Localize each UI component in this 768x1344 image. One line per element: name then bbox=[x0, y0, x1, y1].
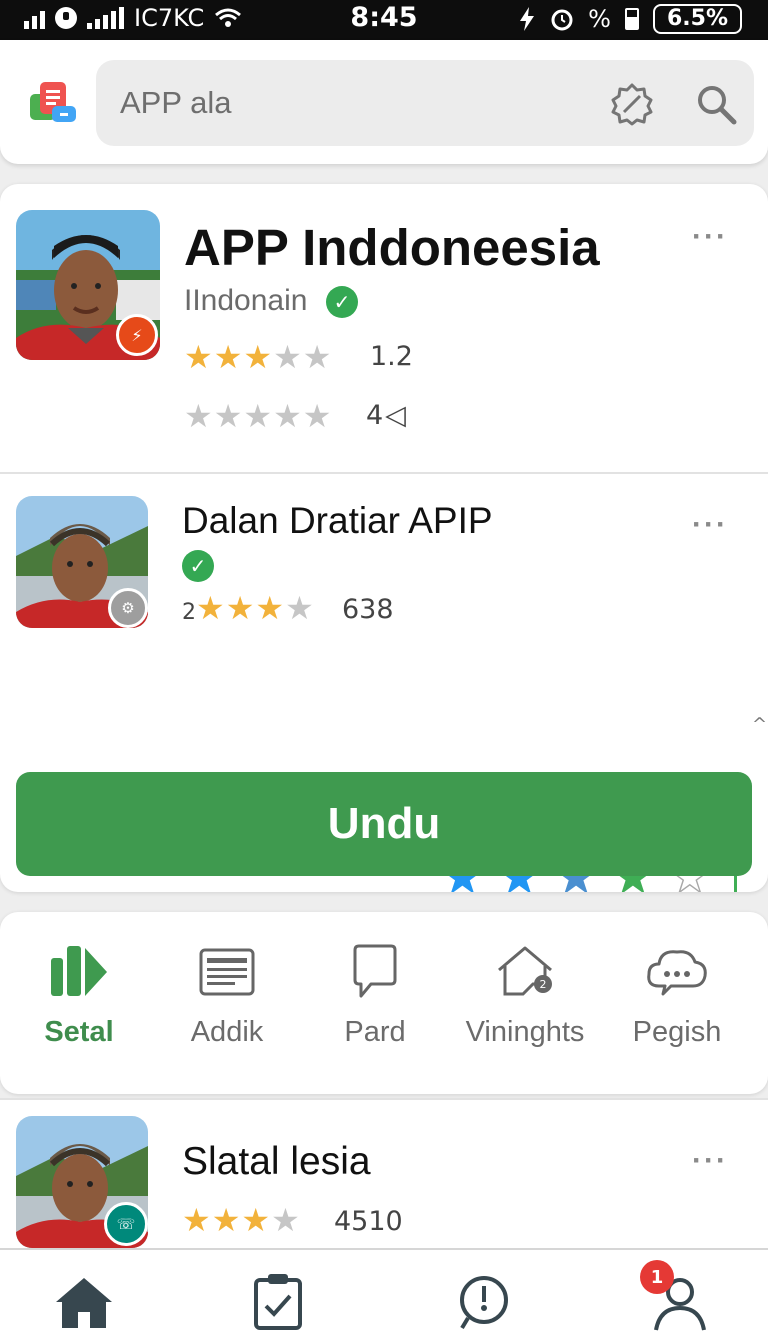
back-arrow-icon: ◁ bbox=[385, 400, 406, 431]
star-icon: ★ bbox=[302, 338, 332, 376]
notification-badge: 1 bbox=[640, 1260, 674, 1294]
more-options-icon[interactable]: ··· bbox=[692, 508, 728, 542]
app-icon: ☏ bbox=[16, 1116, 148, 1248]
star-icon: ★ bbox=[225, 589, 255, 627]
percent-label: % bbox=[588, 5, 611, 33]
verified-icon: ✓ bbox=[326, 286, 358, 318]
category-tab-pegish[interactable]: Pegish bbox=[602, 942, 752, 1049]
alarm-icon bbox=[551, 9, 573, 31]
category-label: Addik bbox=[190, 1016, 264, 1048]
rating-stars: ★ ★ ★ ★ ★ bbox=[184, 341, 331, 373]
settings-badge-icon[interactable] bbox=[610, 82, 654, 126]
secondary-rating-stars: ★ ★ ★ ★ ★ bbox=[184, 400, 331, 432]
app-list-item[interactable]: ☏ Slatal lesia ··· ★ ★ ★ ★ 4510 bbox=[0, 1098, 768, 1248]
star-icon: ★ bbox=[255, 589, 285, 627]
app-title: APP Inddoneesia bbox=[184, 219, 600, 276]
newspaper-icon bbox=[199, 948, 255, 996]
star-icon: ★ bbox=[213, 397, 243, 435]
battery-level: 6.5% bbox=[652, 4, 742, 34]
more-options-icon[interactable]: ··· bbox=[692, 220, 728, 254]
star-icon: ★ bbox=[184, 338, 213, 376]
developer-name: IIndonain bbox=[184, 284, 308, 317]
clock-search-icon[interactable] bbox=[452, 1272, 516, 1332]
rating-count: 638 bbox=[342, 594, 394, 625]
star-icon: ★ bbox=[302, 397, 332, 435]
category-label: Pegish bbox=[632, 1016, 722, 1048]
install-button[interactable]: Undu bbox=[16, 772, 752, 876]
category-label: Setal bbox=[44, 1016, 114, 1048]
star-icon: ★ bbox=[213, 338, 243, 376]
rating-count: 1.2 bbox=[370, 341, 413, 372]
app-icon: ⚙ bbox=[16, 496, 148, 628]
star-icon: ★ bbox=[184, 397, 213, 435]
app-badge-icon: ☏ bbox=[104, 1202, 148, 1246]
rating-count: 4510 bbox=[334, 1206, 403, 1237]
verified-icon: ✓ bbox=[182, 550, 214, 582]
app-list-item[interactable]: ⚡ APP Inddoneesia ··· IIndonain ✓ ★ ★ ★ … bbox=[0, 184, 768, 474]
secondary-count-value: 4 bbox=[366, 400, 384, 431]
star-icon: ★ bbox=[273, 338, 302, 376]
star-icon: ★ bbox=[182, 1201, 211, 1239]
status-bar: IC7KC 8:45 % 6.5% bbox=[0, 0, 768, 40]
battery-icon bbox=[624, 8, 639, 30]
more-options-icon[interactable]: ··· bbox=[692, 1144, 728, 1178]
category-tab-setal[interactable]: Setal bbox=[4, 942, 154, 1049]
category-label: Vininghts bbox=[465, 1016, 585, 1048]
home-badge-icon: 2 bbox=[498, 946, 552, 996]
home-icon[interactable] bbox=[52, 1272, 116, 1332]
category-tab-pard[interactable]: Pard bbox=[300, 942, 450, 1049]
star-icon: ★ bbox=[271, 1201, 300, 1239]
category-label: Pard bbox=[344, 1016, 406, 1048]
bottom-navigation: 1 bbox=[0, 1248, 768, 1344]
star-icon: ★ bbox=[285, 589, 314, 627]
secondary-count: 4◁ bbox=[366, 400, 406, 431]
star-icon: ★ bbox=[243, 338, 273, 376]
app-icon: ⚡ bbox=[16, 210, 160, 360]
app-title: Slatal lesia bbox=[182, 1140, 371, 1183]
checklist-icon[interactable] bbox=[246, 1272, 310, 1332]
star-icon: ★ bbox=[243, 397, 273, 435]
search-header bbox=[0, 40, 768, 164]
chevron-up-icon[interactable]: ^ bbox=[752, 714, 767, 735]
svg-text:2: 2 bbox=[540, 978, 547, 991]
star-icon: ★ bbox=[211, 1201, 241, 1239]
store-logo-icon bbox=[30, 82, 76, 122]
app-title: Dalan Dratiar APIP bbox=[182, 500, 493, 541]
apps-grid-icon bbox=[51, 946, 107, 996]
speech-cloud-icon bbox=[647, 950, 707, 996]
star-icon: ★ bbox=[241, 1201, 271, 1239]
category-tab-addik[interactable]: Addik bbox=[152, 942, 302, 1049]
star-icon: ★ bbox=[273, 397, 302, 435]
app-badge-icon: ⚙ bbox=[108, 588, 148, 628]
chat-bubble-icon bbox=[353, 944, 397, 998]
star-icon: ★ bbox=[196, 589, 225, 627]
rating-stars: ★ ★ ★ ★ bbox=[182, 1204, 300, 1236]
search-input[interactable] bbox=[120, 60, 590, 146]
search-bar bbox=[96, 60, 754, 146]
category-tab-vininghts[interactable]: 2 Vininghts bbox=[450, 942, 600, 1049]
featured-apps-card: ⚡ APP Inddoneesia ··· IIndonain ✓ ★ ★ ★ … bbox=[0, 184, 768, 892]
rating-prefix: 2 bbox=[182, 600, 196, 625]
charging-bolt-icon bbox=[520, 7, 535, 31]
search-icon[interactable] bbox=[694, 82, 738, 126]
app-badge-icon: ⚡ bbox=[116, 314, 158, 356]
rating-stars: ★ ★ ★ ★ bbox=[196, 592, 314, 624]
category-bar: Setal Addik Pard 2 Vininghts Pegish bbox=[0, 912, 768, 1094]
